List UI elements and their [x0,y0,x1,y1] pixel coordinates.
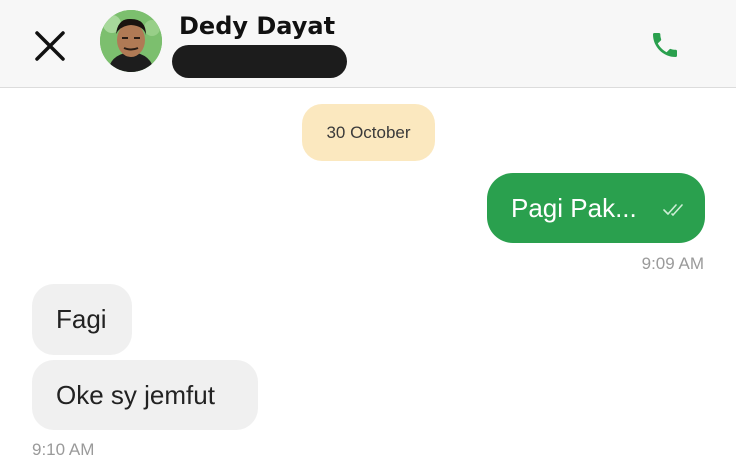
incoming-message[interactable]: Fagi [32,284,132,355]
call-button[interactable] [642,22,688,68]
close-button[interactable] [28,24,72,68]
message-timestamp: 9:10 AM [32,440,95,459]
close-icon [35,31,65,61]
contact-name[interactable]: Dedy Dayat [179,12,335,40]
double-check-icon [663,204,683,216]
redacted-phone-number [172,45,347,78]
message-timestamp: 9:09 AM [641,254,704,273]
date-separator: 30 October [302,104,435,161]
incoming-message[interactable]: Oke sy jemfut [32,360,258,430]
outgoing-message[interactable]: Pagi Pak... [487,173,705,243]
message-text: Pagi Pak... [511,192,637,223]
contact-photo [100,10,162,72]
message-text: Oke sy jemfut [56,379,215,410]
avatar[interactable] [100,10,162,72]
phone-icon [653,33,677,57]
message-text: Fagi [56,304,107,334]
chat-header: Dedy Dayat [0,0,736,88]
